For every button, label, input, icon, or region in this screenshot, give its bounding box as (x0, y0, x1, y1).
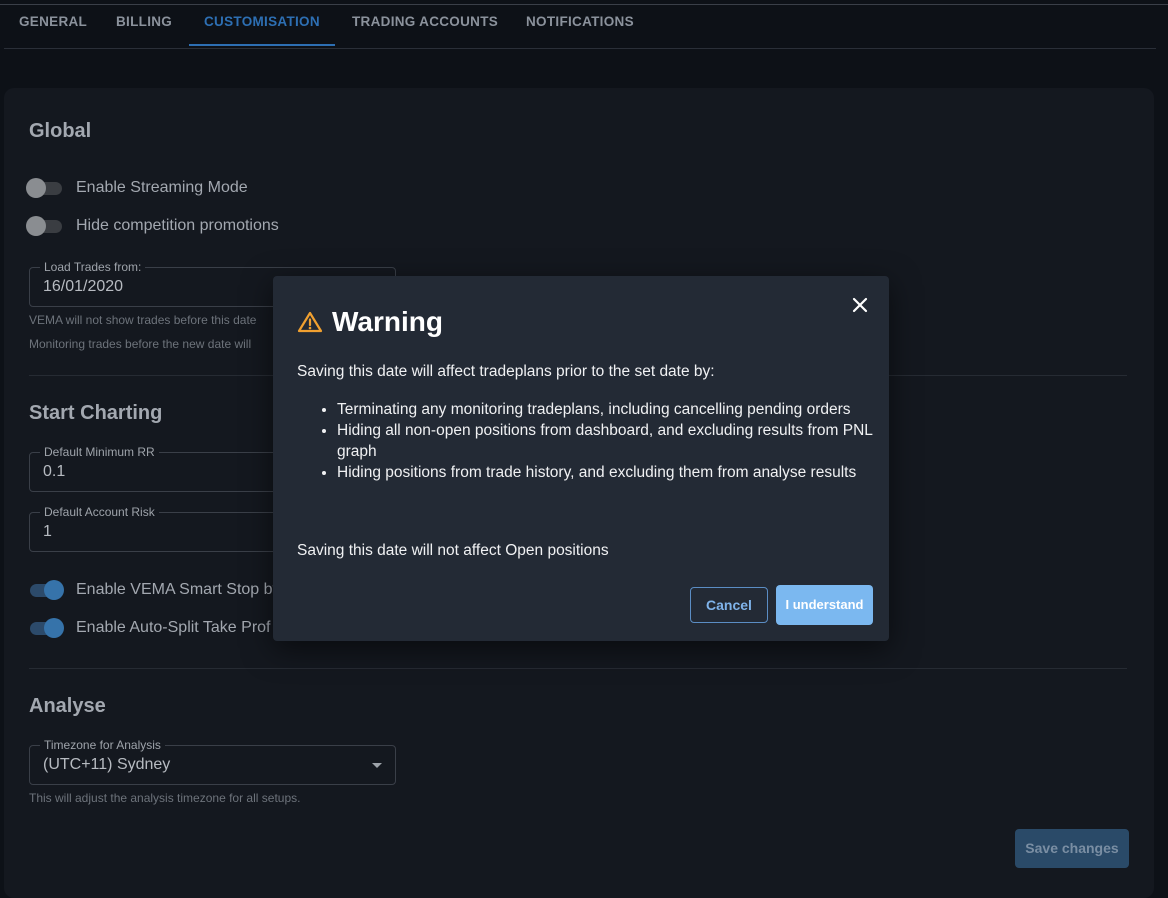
list-item: Hiding all non-open positions from dashb… (337, 420, 907, 462)
timezone-select[interactable]: Timezone for Analysis (UTC+11) Sydney (29, 738, 396, 785)
load-trades-helper: VEMA will not show trades before this da… (29, 313, 257, 327)
analyse-section-title: Analyse (29, 695, 106, 717)
auto-split-toggle[interactable] (26, 616, 66, 640)
streaming-mode-toggle[interactable] (26, 176, 66, 200)
list-item: Hiding positions from trade history, and… (337, 462, 907, 483)
tab-customisation[interactable]: CUSTOMISATION (189, 0, 335, 46)
timezone-value: (UTC+11) Sydney (43, 756, 171, 773)
streaming-mode-label: Enable Streaming Mode (76, 179, 248, 196)
streaming-mode-row: Enable Streaming Mode (26, 176, 248, 200)
smart-stop-toggle[interactable] (26, 578, 66, 602)
close-icon[interactable] (850, 295, 870, 315)
divider (29, 668, 1127, 669)
start-charting-section-title: Start Charting (29, 402, 163, 424)
min-rr-value: 0.1 (43, 463, 66, 480)
load-trades-label: Load Trades from: (40, 260, 146, 274)
global-section-title: Global (29, 120, 92, 142)
account-risk-value: 1 (43, 523, 52, 540)
auto-split-label: Enable Auto-Split Take Prof (76, 619, 271, 636)
hide-promotions-toggle[interactable] (26, 214, 66, 238)
load-trades-helper-2: Monitoring trades before the new date wi… (29, 337, 252, 351)
dialog-bullet-list: Terminating any monitoring tradeplans, i… (297, 399, 907, 483)
tab-trading-accounts[interactable]: TRADING ACCOUNTS (337, 0, 513, 46)
tab-billing[interactable]: BILLING (101, 0, 187, 46)
timezone-label: Timezone for Analysis (40, 738, 165, 752)
account-risk-label: Default Account Risk (40, 505, 159, 519)
smart-stop-row: Enable VEMA Smart Stop by (26, 578, 281, 602)
timezone-helper: This will adjust the analysis timezone f… (29, 791, 301, 805)
warning-icon (297, 311, 323, 333)
i-understand-button[interactable]: I understand (776, 585, 873, 625)
dialog-title: Warning (332, 306, 443, 337)
warning-dialog: Warning Saving this date will affect tra… (273, 276, 889, 641)
save-changes-button[interactable]: Save changes (1015, 829, 1129, 868)
tab-notifications[interactable]: NOTIFICATIONS (511, 0, 649, 46)
chevron-down-icon (372, 763, 382, 768)
auto-split-row: Enable Auto-Split Take Prof (26, 616, 271, 640)
load-trades-value: 16/01/2020 (43, 278, 124, 295)
min-rr-label: Default Minimum RR (40, 445, 159, 459)
settings-tabs: GENERAL BILLING CUSTOMISATION TRADING AC… (4, 0, 1156, 49)
smart-stop-label: Enable VEMA Smart Stop by (76, 581, 281, 598)
cancel-button[interactable]: Cancel (690, 587, 768, 623)
hide-promotions-label: Hide competition promotions (76, 217, 279, 234)
dialog-outro: Saving this date will not affect Open po… (297, 542, 609, 559)
dialog-intro: Saving this date will affect tradeplans … (297, 363, 715, 380)
tab-general[interactable]: GENERAL (4, 0, 102, 46)
hide-promotions-row: Hide competition promotions (26, 214, 279, 238)
list-item: Terminating any monitoring tradeplans, i… (337, 399, 907, 420)
